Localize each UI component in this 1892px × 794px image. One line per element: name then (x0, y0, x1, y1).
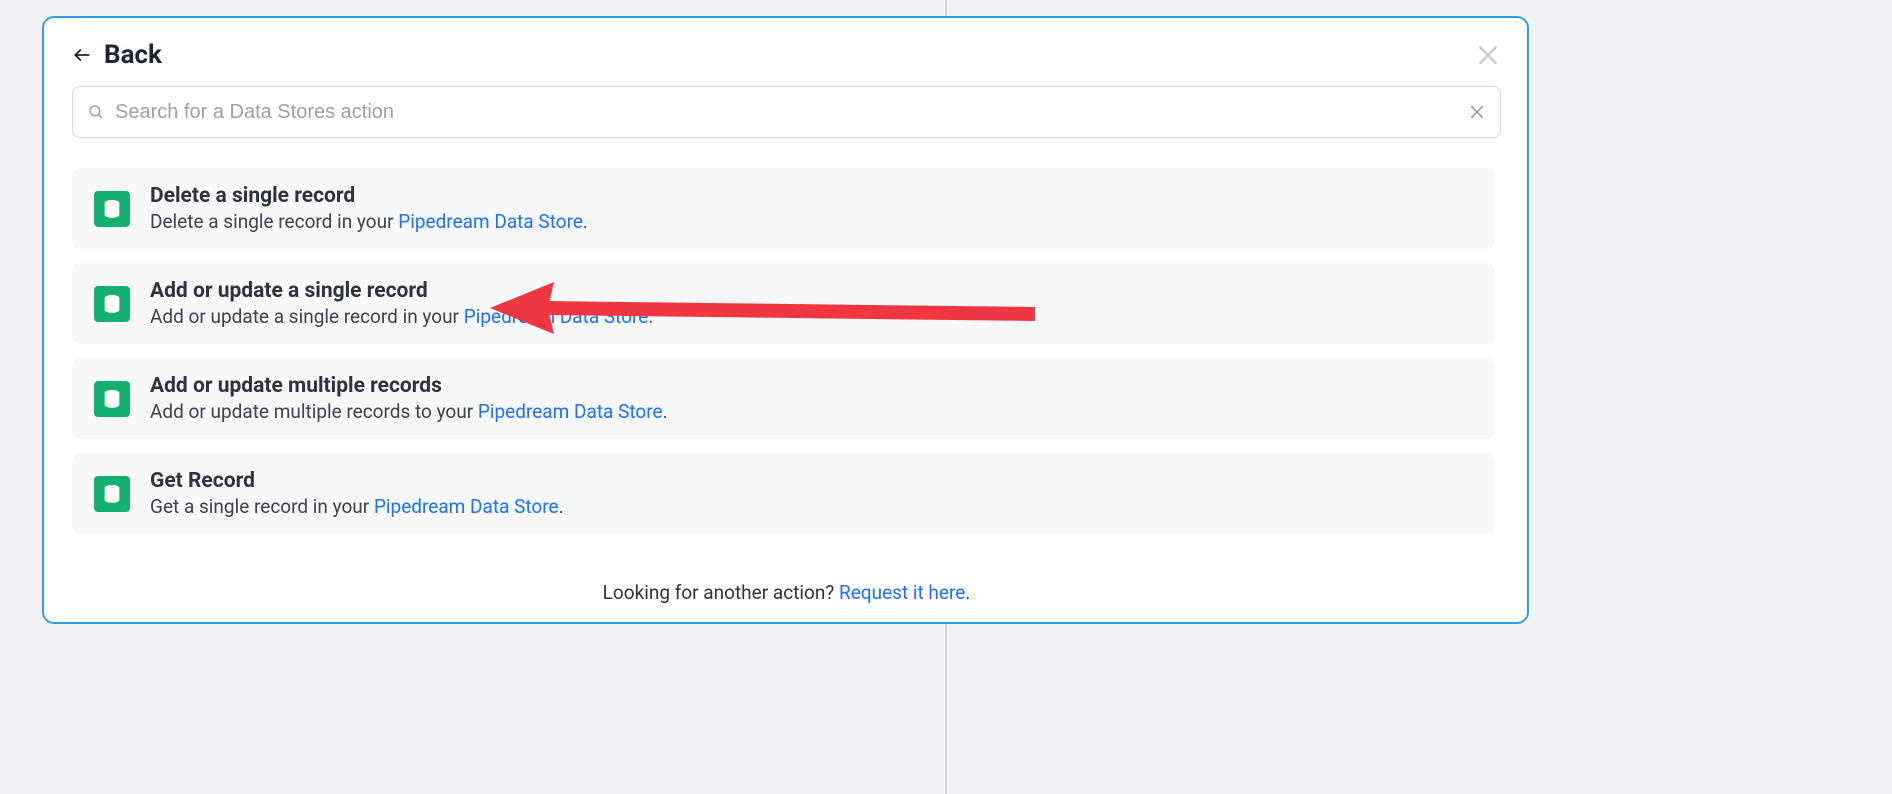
back-button[interactable]: Back (72, 40, 162, 70)
pipedream-data-store-link[interactable]: Pipedream Data Store (374, 495, 559, 518)
action-item-text: Delete a single record Delete a single r… (150, 184, 1473, 233)
action-picker-modal: Back Delete a single record Delete a sin… (42, 16, 1529, 624)
search-icon (87, 103, 105, 121)
action-item-text: Add or update a single record Add or upd… (150, 279, 1473, 328)
action-list[interactable]: Delete a single record Delete a single r… (72, 156, 1501, 571)
action-description: Add or update a single record in your Pi… (150, 305, 1473, 328)
search-box[interactable] (72, 86, 1501, 138)
modal-header: Back (72, 40, 1501, 70)
arrow-left-icon (72, 45, 92, 65)
data-store-icon (94, 476, 130, 512)
pipedream-data-store-link[interactable]: Pipedream Data Store (398, 210, 583, 233)
action-title: Add or update multiple records (150, 374, 1473, 398)
action-item-add-update-single[interactable]: Add or update a single record Add or upd… (72, 263, 1495, 344)
action-description: Delete a single record in your Pipedream… (150, 210, 1473, 233)
action-item-text: Get Record Get a single record in your P… (150, 469, 1473, 518)
pipedream-data-store-link[interactable]: Pipedream Data Store (464, 305, 649, 328)
data-store-icon (94, 286, 130, 322)
action-title: Get Record (150, 469, 1473, 493)
action-description: Get a single record in your Pipedream Da… (150, 495, 1473, 518)
data-store-icon (94, 191, 130, 227)
action-description: Add or update multiple records to your P… (150, 400, 1473, 423)
action-list-area: Delete a single record Delete a single r… (72, 156, 1501, 571)
action-item-add-update-multiple[interactable]: Add or update multiple records Add or up… (72, 358, 1495, 439)
action-item-delete-single[interactable]: Delete a single record Delete a single r… (72, 168, 1495, 249)
clear-icon[interactable] (1468, 103, 1486, 121)
action-item-get-record[interactable]: Get Record Get a single record in your P… (72, 453, 1495, 534)
pipedream-data-store-link[interactable]: Pipedream Data Store (478, 400, 663, 423)
search-input[interactable] (115, 101, 1468, 124)
data-store-icon (94, 381, 130, 417)
request-action-link[interactable]: Request it here (839, 581, 965, 604)
action-title: Delete a single record (150, 184, 1473, 208)
action-title: Add or update a single record (150, 279, 1473, 303)
back-label: Back (104, 40, 162, 70)
footer-prompt: Looking for another action? Request it h… (72, 581, 1501, 604)
close-icon[interactable] (1475, 42, 1501, 68)
action-item-text: Add or update multiple records Add or up… (150, 374, 1473, 423)
